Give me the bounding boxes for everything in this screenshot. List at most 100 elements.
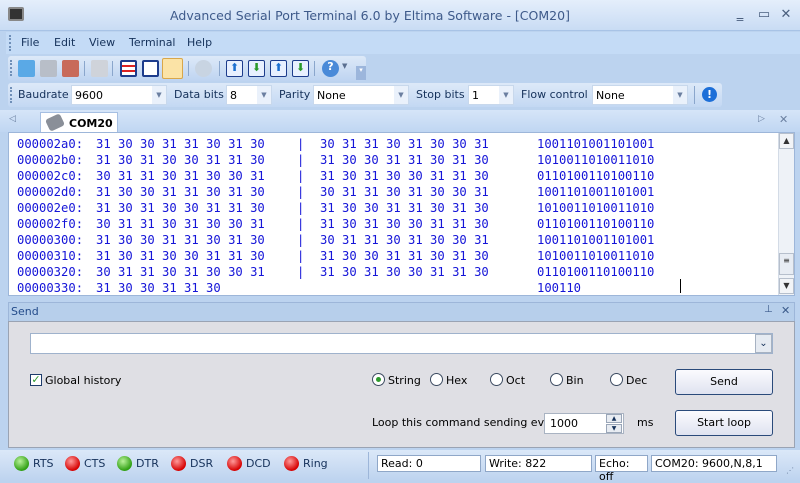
send-input[interactable]: [30, 333, 773, 354]
stopbits-select[interactable]: 1 ▼: [468, 85, 514, 105]
send-panel-title: Send: [11, 305, 39, 318]
address: 000002a0:: [17, 137, 84, 151]
chevron-down-icon[interactable]: ▼: [499, 86, 513, 104]
signal-label: DSR: [190, 457, 214, 470]
copy-icon[interactable]: [91, 60, 108, 77]
ascii-text: 0110100110100110: [537, 265, 655, 279]
menu-terminal[interactable]: Terminal: [129, 36, 176, 49]
close-button[interactable]: ✕: [777, 7, 795, 23]
databits-label: Data bits: [174, 88, 224, 101]
hex-bytes: 31 30 30 31 31 30 31 30: [96, 137, 265, 151]
parity-select[interactable]: None ▼: [313, 85, 409, 105]
scroll-up-button[interactable]: ▲: [779, 133, 794, 149]
format-radio-bin[interactable]: [550, 373, 563, 386]
hex-bytes: 30 31 31 30 31 30 30 31: [96, 169, 265, 183]
grip-handle[interactable]: [10, 87, 13, 103]
led-cts-icon: [65, 456, 80, 471]
start-loop-button[interactable]: Start loop: [675, 410, 773, 436]
led-dsr-icon: [171, 456, 186, 471]
address: 000002f0:: [17, 217, 84, 231]
tab-bar: ◁ ▷ ✕: [0, 110, 800, 132]
separator: [84, 61, 85, 76]
help-icon[interactable]: ?: [322, 60, 339, 77]
separator: |: [297, 185, 305, 199]
send-button[interactable]: Send: [675, 369, 773, 395]
separator: |: [297, 249, 305, 263]
hex-bytes: 31 30 30 31 31 30 31 30: [320, 249, 489, 263]
format-radio-oct[interactable]: [490, 373, 503, 386]
info-icon[interactable]: !: [702, 87, 717, 102]
new-session-icon[interactable]: [18, 60, 35, 77]
text-cursor: [680, 279, 681, 293]
address: 000002e0:: [17, 201, 84, 215]
clear-icon[interactable]: [195, 60, 212, 77]
chevron-down-icon[interactable]: ▼: [257, 86, 271, 104]
chevron-down-icon[interactable]: ▼: [152, 86, 166, 104]
send-history-dropdown[interactable]: ⌄: [755, 334, 772, 353]
global-history-checkbox[interactable]: ✓: [30, 374, 42, 386]
toolbar-options-icon[interactable]: ▾: [356, 66, 366, 80]
spin-down-button[interactable]: ▼: [606, 424, 622, 433]
minimize-button[interactable]: ‗: [731, 7, 749, 23]
write-counter: Write: 822: [485, 455, 592, 472]
parity-value: None: [317, 89, 346, 102]
terminal-output[interactable]: 000002a0: 31 30 30 31 31 30 31 30 | 30 31 3…: [8, 132, 795, 296]
spin-up-button[interactable]: ▲: [606, 414, 622, 423]
menu-edit[interactable]: Edit: [54, 36, 75, 49]
grip-handle[interactable]: [9, 35, 12, 51]
format-radio-hex[interactable]: [430, 373, 443, 386]
send-file-icon[interactable]: ⬆: [226, 60, 243, 77]
separator: |: [297, 137, 305, 151]
hex-bytes: 30 31 31 30 31 30 30 31: [320, 233, 489, 247]
hex-bytes: 31 30 31 30 30 31 31 30: [320, 169, 489, 183]
connect-icon[interactable]: [40, 60, 57, 77]
tab-com20[interactable]: COM20: [40, 112, 118, 132]
format-radio-string[interactable]: [372, 373, 385, 386]
signal-label: DCD: [246, 457, 271, 470]
hex-bytes: 30 31 31 30 31 30 30 31: [96, 265, 265, 279]
format-label: Hex: [446, 374, 468, 387]
chevron-down-icon[interactable]: ▼: [394, 86, 408, 104]
receive-file-icon[interactable]: ⬇: [248, 60, 265, 77]
resize-grip-icon[interactable]: ⋰: [786, 466, 794, 475]
grip-handle[interactable]: [10, 60, 13, 76]
vertical-scrollbar[interactable]: ▲ ≡ ▼: [778, 133, 794, 295]
hex-bytes: 31 30 31 30 30 31 31 30: [320, 217, 489, 231]
scroll-thumb[interactable]: ≡: [779, 253, 794, 275]
flow-control-value: None: [596, 89, 625, 102]
format-label: Dec: [626, 374, 648, 387]
hex-bytes: 30 31 31 30 31 30 30 31: [320, 185, 489, 199]
tab-label: COM20: [69, 117, 113, 130]
pin-icon[interactable]: ⊥: [764, 304, 773, 315]
disconnect-icon[interactable]: [62, 60, 79, 77]
hex-view-icon[interactable]: [162, 58, 183, 79]
menu-view[interactable]: View: [89, 36, 115, 49]
menu-help[interactable]: Help: [187, 36, 212, 49]
chevron-down-icon[interactable]: ▼: [673, 86, 687, 104]
separator: |: [297, 217, 305, 231]
scroll-down-button[interactable]: ▼: [779, 278, 794, 294]
help-dropdown-icon[interactable]: ▼: [342, 62, 347, 70]
address: 00000320:: [17, 265, 84, 279]
baudrate-select[interactable]: 9600 ▼: [71, 85, 167, 105]
maximize-button[interactable]: ▭: [755, 7, 773, 23]
hex-bytes: 31 30 30 31 31 30 31 30: [96, 185, 265, 199]
format-label: Oct: [506, 374, 526, 387]
text-view-icon[interactable]: [120, 60, 137, 77]
hex-bytes: 31 30 30 31 31 30 31 30: [96, 233, 265, 247]
window-title: Advanced Serial Port Terminal 6.0 by Elt…: [170, 8, 570, 23]
ascii-text: 100110: [537, 281, 582, 295]
ascii-text: 1010011010011010: [537, 249, 655, 263]
vt100-view-icon[interactable]: [142, 60, 159, 77]
close-tab-icon[interactable]: ✕: [779, 113, 788, 126]
hex-bytes: 30 31 31 30 31 30 30 31: [96, 217, 265, 231]
flow-control-select[interactable]: None ▼: [592, 85, 688, 105]
tab-scroll-right-icon[interactable]: ▷: [758, 114, 765, 124]
receive-binary-icon[interactable]: ⬇: [292, 60, 309, 77]
format-radio-dec[interactable]: [610, 373, 623, 386]
menu-file[interactable]: File: [21, 36, 39, 49]
tab-scroll-left-icon[interactable]: ◁: [9, 114, 16, 124]
send-binary-icon[interactable]: ⬆: [270, 60, 287, 77]
close-panel-icon[interactable]: ✕: [781, 304, 790, 317]
databits-select[interactable]: 8 ▼: [226, 85, 272, 105]
